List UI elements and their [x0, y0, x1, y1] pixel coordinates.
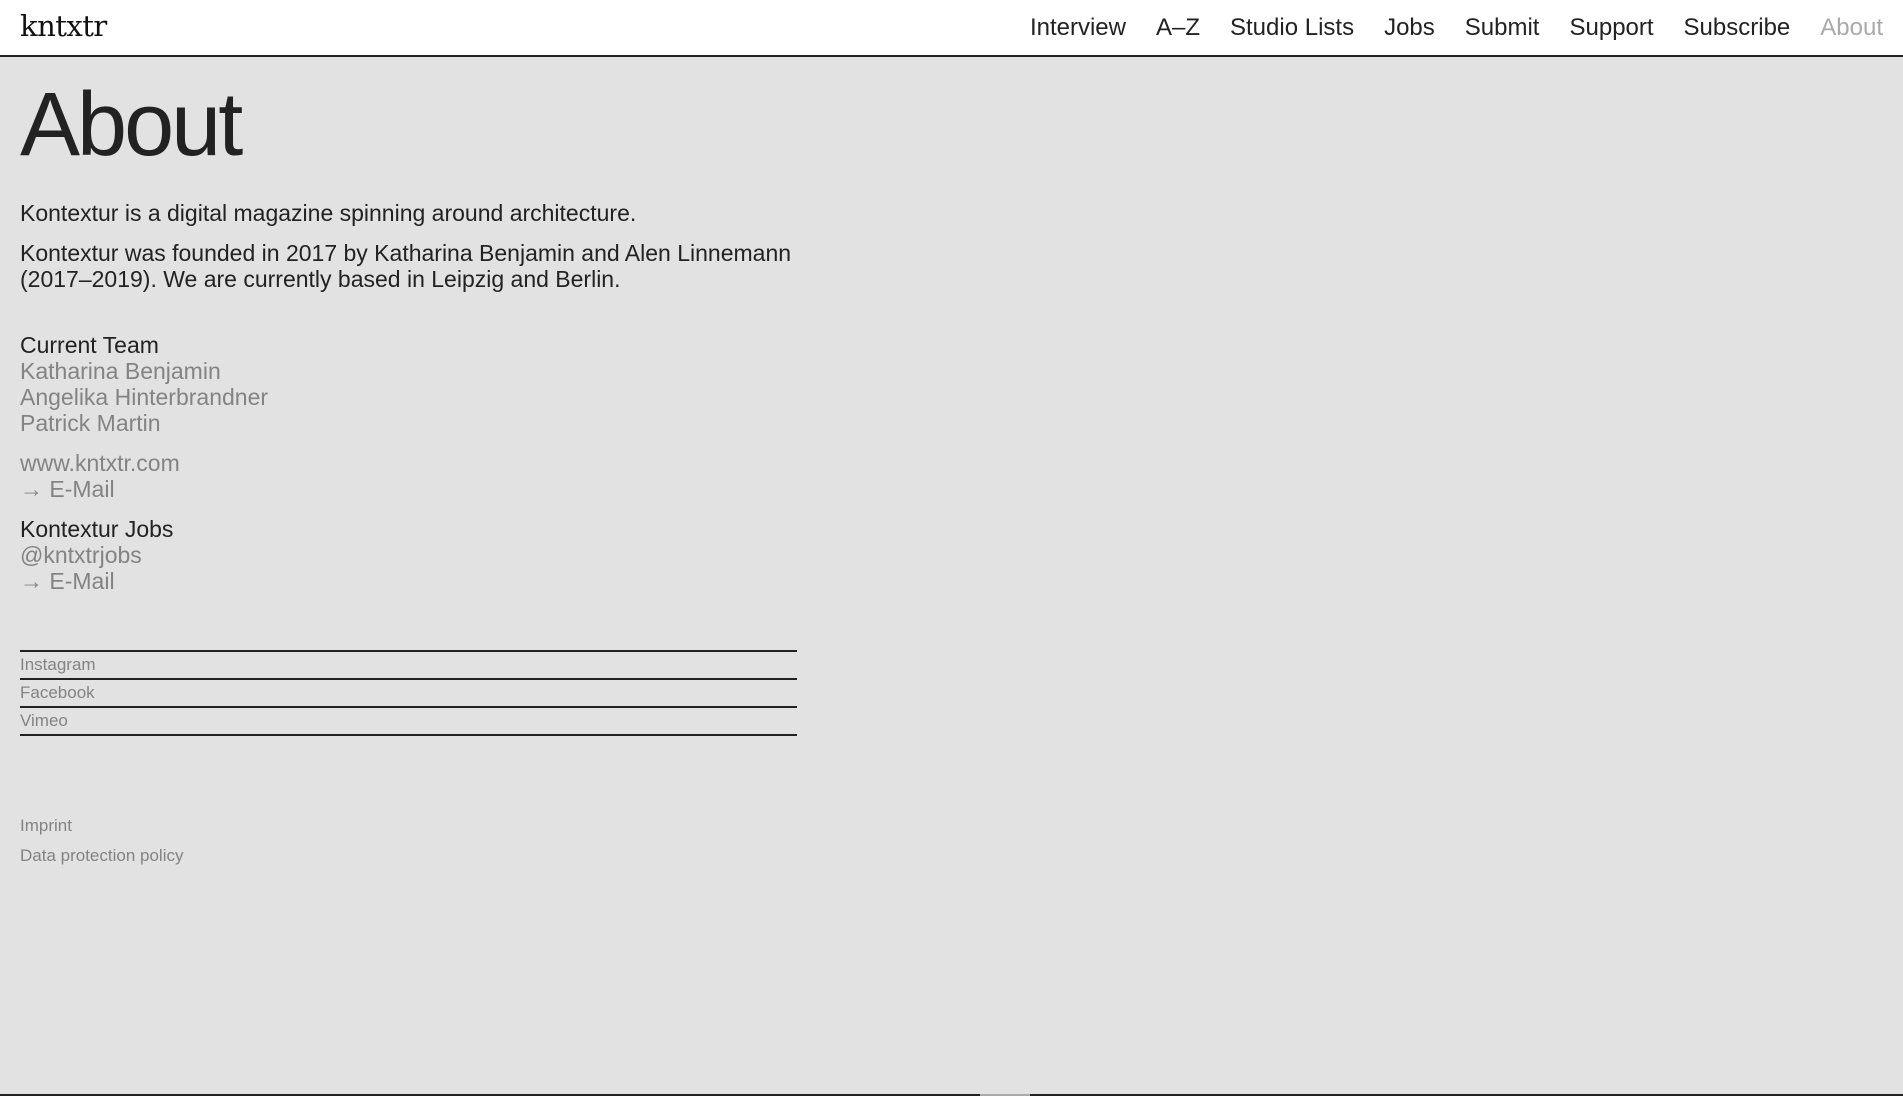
- top-bar: kntxtr Interview A–Z Studio Lists Jobs S…: [0, 0, 1903, 57]
- nav-item-about[interactable]: About: [1820, 14, 1883, 42]
- vimeo-link[interactable]: Vimeo: [20, 708, 797, 736]
- team-member: Angelika Hinterbrandner: [20, 384, 269, 410]
- email-link[interactable]: → E-Mail: [20, 476, 797, 502]
- nav-item-a-z[interactable]: A–Z: [1156, 14, 1200, 42]
- intro: Kontextur is a digital magazine spinning…: [20, 200, 797, 292]
- jobs-section: Kontextur Jobs @kntxtrjobs → E-Mail: [20, 516, 797, 594]
- nav-item-subscribe[interactable]: Subscribe: [1684, 14, 1791, 42]
- team-heading: Current Team: [20, 332, 159, 358]
- nav-item-submit[interactable]: Submit: [1465, 14, 1540, 42]
- page-title: About: [20, 75, 243, 175]
- intro-paragraph: Kontextur was founded in 2017 by Kathari…: [20, 240, 792, 292]
- jobs-email-link[interactable]: → E-Mail: [20, 568, 797, 594]
- nav-item-support[interactable]: Support: [1569, 14, 1653, 42]
- team-section: Current Team Katharina Benjamin Angelika…: [20, 332, 797, 436]
- website-link[interactable]: www.kntxtr.com: [20, 450, 797, 476]
- legal-links: Imprint Data protection policy: [20, 811, 797, 871]
- nav-item-studio-lists[interactable]: Studio Lists: [1230, 14, 1354, 42]
- nav-item-interview[interactable]: Interview: [1030, 14, 1126, 42]
- contact-section: www.kntxtr.com → E-Mail: [20, 450, 797, 502]
- main-nav: Interview A–Z Studio Lists Jobs Submit S…: [1030, 14, 1883, 42]
- intro-paragraph: Kontextur is a digital magazine spinning…: [20, 200, 637, 226]
- social-links: Instagram Facebook Vimeo: [20, 650, 797, 736]
- facebook-link[interactable]: Facebook: [20, 680, 797, 708]
- data-protection-link[interactable]: Data protection policy: [20, 841, 797, 871]
- team-member: Katharina Benjamin: [20, 358, 221, 384]
- jobs-heading: Kontextur Jobs: [20, 516, 174, 542]
- main-content: About Kontextur is a digital magazine sp…: [20, 80, 797, 871]
- site-logo[interactable]: kntxtr: [20, 9, 107, 43]
- imprint-link[interactable]: Imprint: [20, 811, 797, 841]
- team-member: Patrick Martin: [20, 410, 161, 436]
- jobs-handle-link[interactable]: @kntxtrjobs: [20, 542, 797, 568]
- nav-item-jobs[interactable]: Jobs: [1384, 14, 1435, 42]
- instagram-link[interactable]: Instagram: [20, 652, 797, 680]
